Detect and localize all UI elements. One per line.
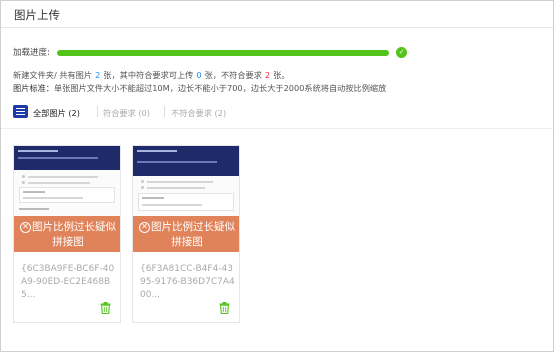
list-icon	[13, 105, 28, 118]
image-filename: {6C3BA9FE-BC6F-40A9-90ED-EC2E468B5...	[21, 264, 115, 300]
error-message: 图片比例过长疑似拼接图	[151, 221, 235, 248]
trash-icon[interactable]	[100, 302, 111, 314]
stats-bad-count: 2	[264, 70, 271, 80]
stats-ok-count: 0	[196, 70, 202, 80]
image-thumbnail	[14, 146, 120, 216]
rules-text: 单张图片文件大小不能超过10M，边长不能小于700，边长大于2000系统将自动按…	[53, 83, 387, 93]
tab-divider	[164, 106, 165, 117]
image-card[interactable]: ✕ 图片比例过长疑似拼接图 {6F3A81CC-B4F4-4395-9176-B…	[132, 145, 240, 323]
trash-icon[interactable]	[219, 302, 230, 314]
error-overlay: ✕ 图片比例过长疑似拼接图	[14, 216, 120, 252]
progress-label: 加载进度:	[13, 48, 50, 58]
panel-header: 图片上传	[1, 1, 553, 28]
load-progress: 加载进度: ✓	[13, 46, 433, 60]
stats-text-2: 张，其中符合要求可上传	[103, 70, 194, 80]
divider	[1, 128, 553, 129]
upload-stats: 新建文件夹/ 共有图片 2 张，其中符合要求可上传 0 张，不符合要求 2 张。	[13, 69, 290, 81]
error-message: 图片比例过长疑似拼接图	[32, 221, 116, 248]
image-thumbnail	[133, 146, 239, 216]
image-rules: 图片标准：单张图片文件大小不能超过10M，边长不能小于700，边长大于2000系…	[13, 82, 386, 94]
rules-label: 图片标准：	[13, 83, 54, 93]
stats-text-4: 张。	[273, 70, 290, 80]
page-title: 图片上传	[14, 8, 60, 22]
error-overlay: ✕ 图片比例过长疑似拼接图	[133, 216, 239, 252]
progress-fill	[57, 50, 389, 56]
progress-bar	[57, 50, 389, 56]
stats-text-1: 新建文件夹/ 共有图片	[13, 70, 93, 80]
tab-divider	[97, 106, 98, 117]
stats-text-3: 张，不符合要求	[204, 70, 262, 80]
filter-tabs: 全部图片 (2) 符合要求 (0) 不符合要求 (2)	[13, 104, 433, 120]
tab-all-images[interactable]: 全部图片 (2)	[33, 107, 80, 119]
check-circle-icon: ✓	[396, 47, 407, 58]
tab-qualified[interactable]: 符合要求 (0)	[103, 107, 150, 119]
image-filename: {6F3A81CC-B4F4-4395-9176-B36D7C7A400...	[140, 264, 235, 300]
tab-unqualified[interactable]: 不符合要求 (2)	[171, 107, 226, 119]
stats-total-count: 2	[95, 70, 101, 80]
image-card[interactable]: ✕ 图片比例过长疑似拼接图 {6C3BA9FE-BC6F-40A9-90ED-E…	[13, 145, 121, 323]
